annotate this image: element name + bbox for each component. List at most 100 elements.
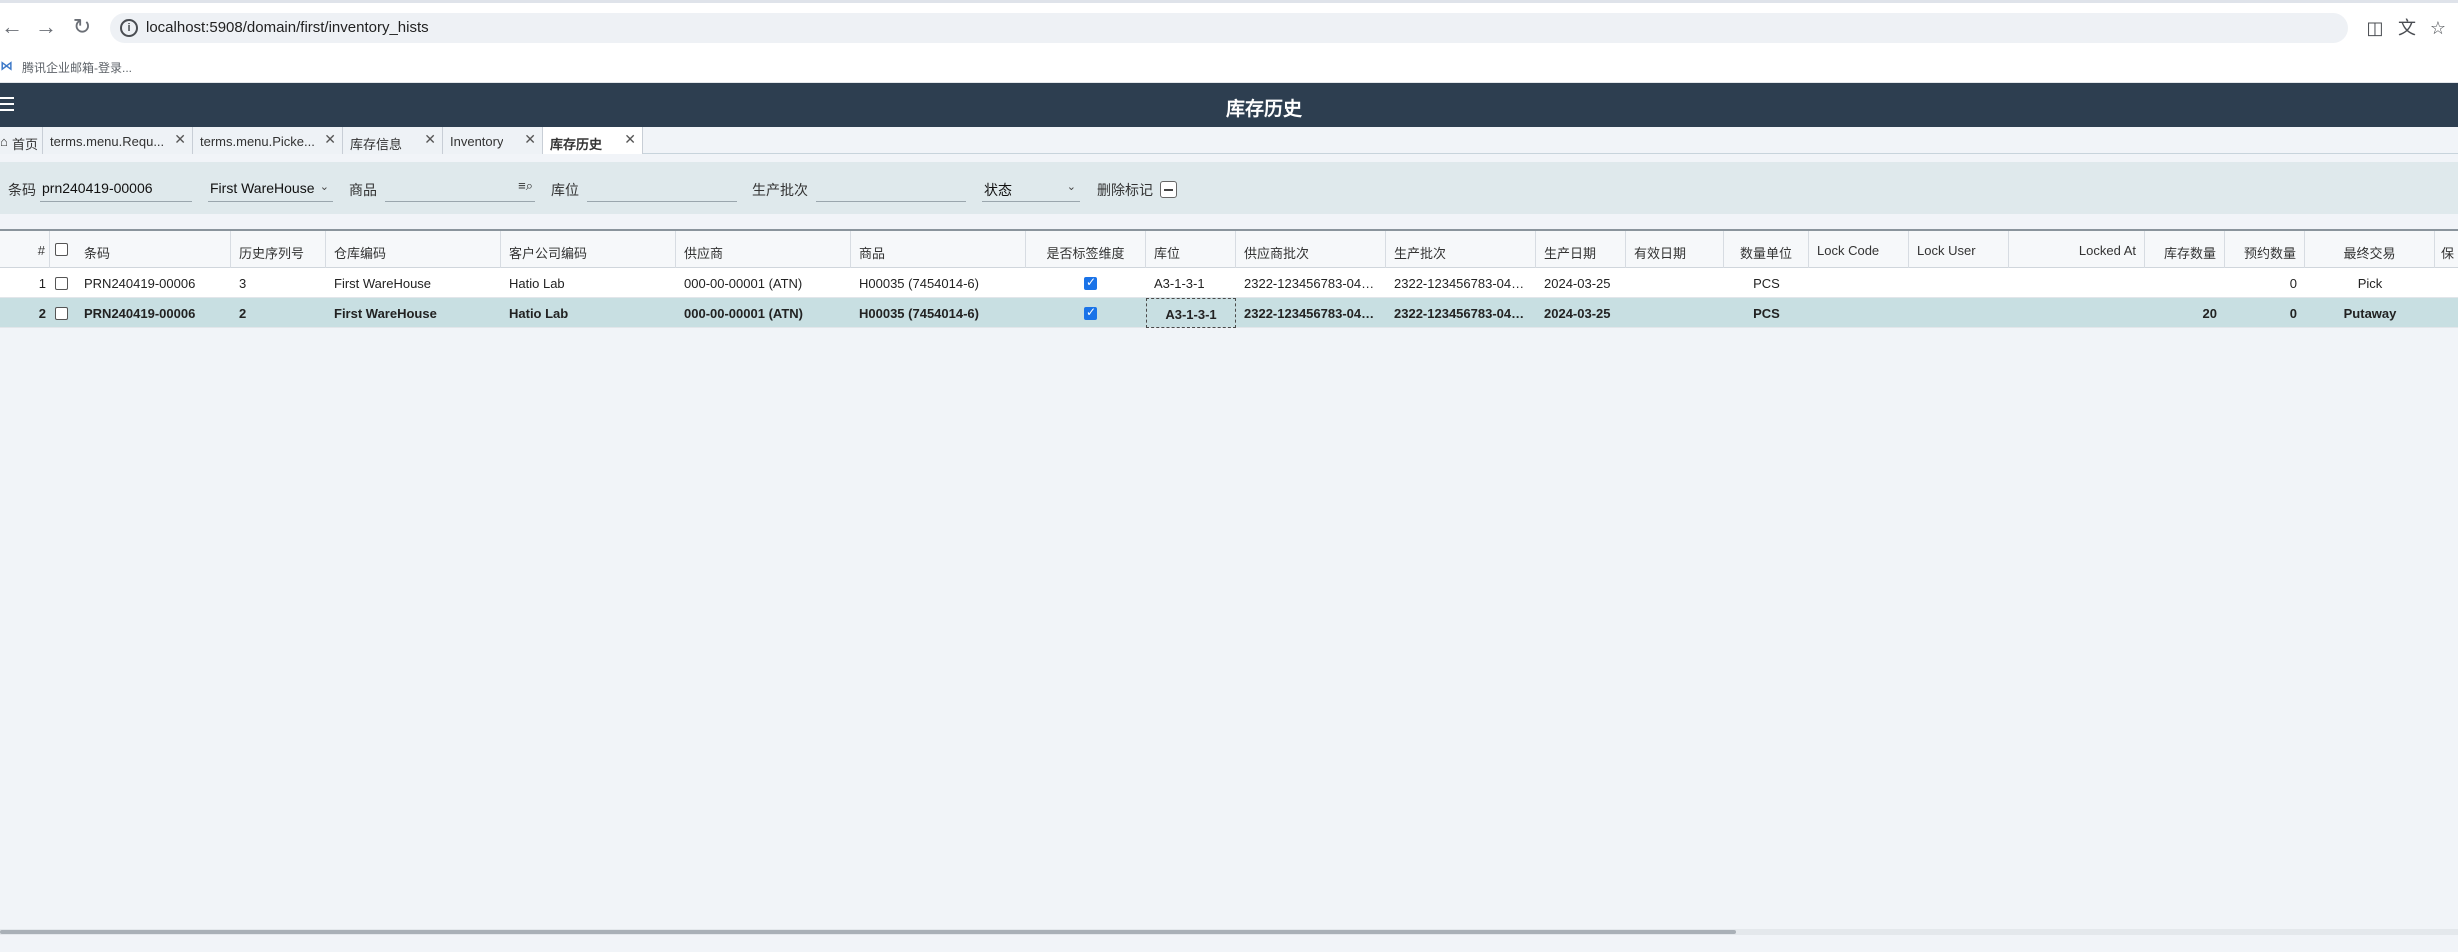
location-label: 库位 bbox=[551, 182, 579, 198]
col-header-warehouse[interactable]: 仓库编码 bbox=[326, 231, 501, 268]
search-icon[interactable]: ≡⌕ bbox=[518, 178, 533, 194]
batch-input[interactable] bbox=[816, 174, 966, 202]
barcode-input[interactable]: prn240419-00006 bbox=[40, 174, 192, 202]
url-bar[interactable]: i localhost:5908/domain/first/inventory_… bbox=[110, 13, 2348, 43]
install-app-icon[interactable]: ◫ bbox=[2362, 15, 2388, 41]
col-header-mfg-date[interactable]: 生产日期 bbox=[1536, 231, 1626, 268]
bookmark-item[interactable]: 腾讯企业邮箱-登录... bbox=[22, 59, 132, 76]
cell-reserved[interactable]: 0 bbox=[2225, 298, 2305, 328]
cell-mfg-date[interactable]: 2024-03-25 bbox=[1536, 268, 1626, 298]
url-text[interactable]: localhost:5908/domain/first/inventory_hi… bbox=[146, 19, 429, 36]
col-header-label-dim[interactable]: 是否标签维度 bbox=[1026, 231, 1146, 268]
close-icon[interactable]: ✕ bbox=[524, 131, 536, 148]
cell-exp-date[interactable] bbox=[1626, 298, 1724, 328]
cell-qty[interactable]: 20 bbox=[2145, 298, 2225, 328]
cell-qty[interactable] bbox=[2145, 268, 2225, 298]
site-info-icon[interactable]: i bbox=[120, 19, 138, 37]
cell-barcode[interactable]: PRN240419-00006 bbox=[76, 298, 231, 328]
cell-warehouse[interactable]: First WareHouse bbox=[326, 298, 501, 328]
col-header-product[interactable]: 商品 bbox=[851, 231, 1026, 268]
cell-locked-at[interactable] bbox=[2009, 298, 2145, 328]
col-header-lock-code[interactable]: Lock Code bbox=[1809, 231, 1909, 268]
label-dim-checkbox[interactable] bbox=[1084, 275, 1097, 290]
search-form: 条码 prn240419-00006 First WareHouse ⌄ 商品 … bbox=[0, 162, 2458, 214]
cell-supplier[interactable]: 000-00-00001 (ATN) bbox=[676, 268, 851, 298]
cell-company[interactable]: Hatio Lab bbox=[501, 268, 676, 298]
tab-picking[interactable]: terms.menu.Picke... ✕ bbox=[193, 127, 343, 154]
cell-reserved[interactable]: 0 bbox=[2225, 268, 2305, 298]
horizontal-scrollbar[interactable] bbox=[0, 929, 2458, 935]
table-row[interactable]: 2 PRN240419-00006 2 First WareHouse Hati… bbox=[0, 298, 2458, 328]
cell-locked-at[interactable] bbox=[2009, 268, 2145, 298]
cell-unit[interactable]: PCS bbox=[1724, 298, 1809, 328]
cell-warehouse[interactable]: First WareHouse bbox=[326, 268, 501, 298]
col-header-unit[interactable]: 数量单位 bbox=[1724, 231, 1809, 268]
label-dim-checkbox[interactable] bbox=[1084, 305, 1097, 320]
tab-requests[interactable]: terms.menu.Requ... ✕ bbox=[43, 127, 193, 154]
cell-barcode[interactable]: PRN240419-00006 bbox=[76, 268, 231, 298]
col-header-seq[interactable]: 历史序列号 bbox=[231, 231, 326, 268]
cell-lock-user[interactable] bbox=[1909, 298, 2009, 328]
col-header-last-tx[interactable]: 最终交易 bbox=[2305, 231, 2435, 268]
col-header-locked-at[interactable]: Locked At bbox=[2009, 231, 2145, 268]
tab-inventory-history[interactable]: 库存历史 ✕ bbox=[543, 127, 643, 154]
col-header-location[interactable]: 库位 bbox=[1146, 231, 1236, 268]
col-header-barcode[interactable]: 条码 bbox=[76, 231, 231, 268]
col-header-more[interactable]: 保 bbox=[2435, 231, 2458, 268]
translate-icon[interactable]: 文 bbox=[2394, 15, 2420, 41]
reload-icon[interactable]: ↻ bbox=[70, 15, 94, 39]
col-header-reserved[interactable]: 预约数量 bbox=[2225, 231, 2305, 268]
cell-supplier[interactable]: 000-00-00001 (ATN) bbox=[676, 298, 851, 328]
close-icon[interactable]: ✕ bbox=[424, 131, 436, 148]
cell-supplier-batch[interactable]: 2322-123456783-041... bbox=[1236, 268, 1386, 298]
product-input[interactable]: ≡⌕ bbox=[385, 174, 535, 202]
select-all-checkbox[interactable] bbox=[55, 243, 68, 256]
cell-location[interactable]: A3-1-3-1 bbox=[1146, 268, 1236, 298]
cell-lock-code[interactable] bbox=[1809, 268, 1909, 298]
tab-inventory[interactable]: Inventory ✕ bbox=[443, 127, 543, 154]
cell-last-tx[interactable]: Pick bbox=[2305, 268, 2435, 298]
cell-seq[interactable]: 2 bbox=[231, 298, 326, 328]
cell-supplier-batch[interactable]: 2322-123456783-041... bbox=[1236, 298, 1386, 328]
col-header-exp-date[interactable]: 有效日期 bbox=[1626, 231, 1724, 268]
cell-unit[interactable]: PCS bbox=[1724, 268, 1809, 298]
cell-product[interactable]: H00035 (7454014-6) bbox=[851, 298, 1026, 328]
delete-flag-checkbox[interactable] bbox=[1160, 181, 1177, 198]
scrollbar-thumb[interactable] bbox=[0, 930, 1736, 934]
location-input[interactable] bbox=[587, 174, 737, 202]
cell-seq[interactable]: 3 bbox=[231, 268, 326, 298]
close-icon[interactable]: ✕ bbox=[624, 131, 636, 148]
col-header-supplier[interactable]: 供应商 bbox=[676, 231, 851, 268]
cell-location-focused[interactable]: A3-1-3-1 bbox=[1146, 298, 1236, 328]
cell-company[interactable]: Hatio Lab bbox=[501, 298, 676, 328]
row-checkbox[interactable] bbox=[55, 307, 68, 320]
table-row[interactable]: 1 PRN240419-00006 3 First WareHouse Hati… bbox=[0, 268, 2458, 298]
cell-product[interactable]: H00035 (7454014-6) bbox=[851, 268, 1026, 298]
row-checkbox[interactable] bbox=[55, 277, 68, 290]
close-icon[interactable]: ✕ bbox=[174, 131, 186, 148]
col-header-company[interactable]: 客户公司编码 bbox=[501, 231, 676, 268]
close-icon[interactable]: ✕ bbox=[324, 131, 336, 148]
status-select[interactable]: 状态 ⌄ bbox=[982, 174, 1080, 202]
home-icon: ⌂ bbox=[0, 134, 8, 149]
mail-icon: ⋈ bbox=[0, 58, 13, 73]
cell-lock-user[interactable] bbox=[1909, 268, 2009, 298]
tab-home[interactable]: ⌂ 首页 bbox=[0, 127, 43, 154]
tab-inventory-info[interactable]: 库存信息 ✕ bbox=[343, 127, 443, 154]
col-header-lock-user[interactable]: Lock User bbox=[1909, 231, 2009, 268]
col-header-batch[interactable]: 生产批次 bbox=[1386, 231, 1536, 268]
warehouse-select[interactable]: First WareHouse ⌄ bbox=[208, 174, 333, 202]
col-header-supplier-batch[interactable]: 供应商批次 bbox=[1236, 231, 1386, 268]
cell-last-tx[interactable]: Putaway bbox=[2305, 298, 2435, 328]
bookmark-star-icon[interactable]: ☆ bbox=[2425, 15, 2451, 41]
tab-label: 库存信息 bbox=[350, 137, 403, 152]
cell-batch[interactable]: 2322-123456783-041... bbox=[1386, 268, 1536, 298]
cell-exp-date[interactable] bbox=[1626, 268, 1724, 298]
forward-icon[interactable]: → bbox=[34, 15, 58, 39]
cell-lock-code[interactable] bbox=[1809, 298, 1909, 328]
cell-batch[interactable]: 2322-123456783-041... bbox=[1386, 298, 1536, 328]
col-header-qty[interactable]: 库存数量 bbox=[2145, 231, 2225, 268]
cell-mfg-date[interactable]: 2024-03-25 bbox=[1536, 298, 1626, 328]
barcode-label: 条码 bbox=[8, 182, 36, 198]
back-icon[interactable]: ← bbox=[0, 15, 24, 39]
